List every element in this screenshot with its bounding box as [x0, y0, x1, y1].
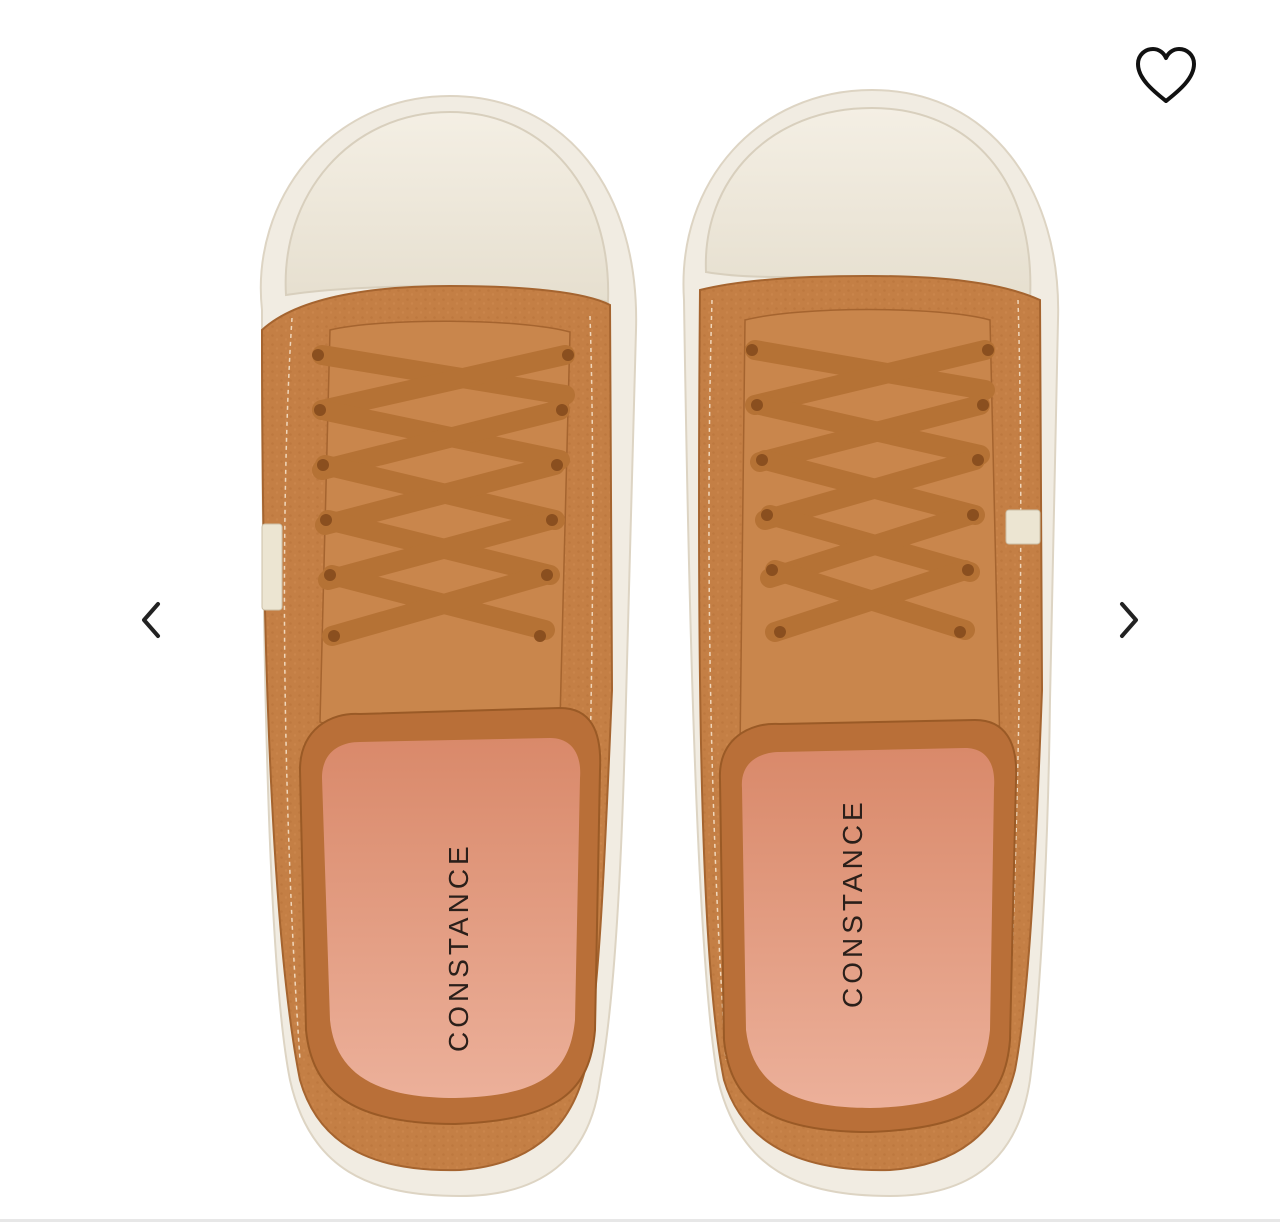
right-shoe: CONSTANCE — [682, 88, 1060, 1198]
previous-image-button[interactable] — [126, 592, 176, 648]
insole-brand-left: CONSTANCE — [443, 842, 474, 1052]
left-shoe: CONSTANCE — [259, 94, 638, 1198]
insole-brand-right: CONSTANCE — [837, 798, 868, 1008]
next-image-button[interactable] — [1104, 592, 1154, 648]
chevron-left-icon — [142, 602, 160, 638]
favorite-button[interactable] — [1128, 38, 1204, 114]
heart-outline-icon — [1136, 47, 1196, 103]
product-image[interactable]: CONSTANCE CONSTANCE — [0, 0, 1280, 1222]
chevron-right-icon — [1120, 602, 1138, 638]
product-image-gallery: CONSTANCE CONSTANCE — [0, 0, 1280, 1222]
